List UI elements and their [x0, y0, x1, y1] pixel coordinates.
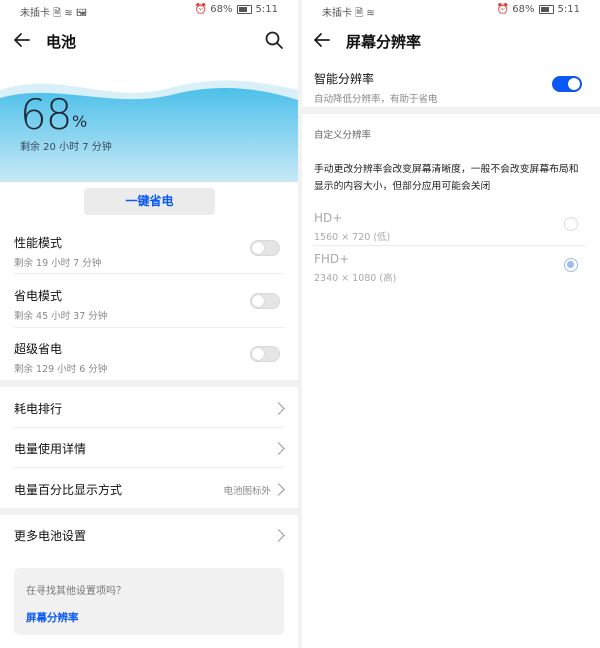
- toggle-knob: [568, 78, 580, 90]
- option-hd-plus[interactable]: HD+ 1560 × 720 (低): [314, 211, 586, 243]
- suggestion-link-resolution[interactable]: 屏幕分辨率: [26, 610, 79, 625]
- smart-resolution-row[interactable]: 智能分辨率 自动降低分辨率，有助于省电: [314, 70, 586, 105]
- ultra-saving-mode-toggle[interactable]: [250, 346, 280, 362]
- radio-hd-plus[interactable]: [564, 217, 578, 231]
- divider: [14, 467, 284, 468]
- option-fhd-plus[interactable]: FHD+ 2340 × 1080 (高): [314, 252, 586, 284]
- battery-percent: 68: [20, 90, 72, 139]
- section-gap: [0, 508, 298, 515]
- status-time: 5:11: [557, 4, 580, 15]
- status-right: ⏰ 68% 5:11: [195, 4, 278, 15]
- one-key-save-button[interactable]: 一键省电: [84, 188, 215, 215]
- mode-subtitle: 剩余 129 小时 6 分钟: [14, 364, 108, 375]
- battery-icon: [236, 5, 252, 14]
- search-icon[interactable]: [262, 28, 286, 52]
- screenshot-pair: 未插卡 🗎 ≋ 🖼 ⏰ 68% 5:11 电池 68 % 剩余 20 小时 7 …: [0, 0, 600, 648]
- resolution-description: 手动更改分辨率会改变屏幕清晰度，一般不会改变屏幕布局和显示的内容大小，但部分应用…: [314, 164, 579, 192]
- smart-resolution-subtitle: 自动降低分辨率，有助于省电: [314, 94, 438, 105]
- menu-usage-details[interactable]: 电量使用详情: [14, 440, 284, 457]
- mode-ultra-saving[interactable]: 超级省电 剩余 129 小时 6 分钟: [14, 340, 284, 375]
- page-title: 电池: [46, 33, 77, 51]
- status-battery-text: ⏰ 68%: [194, 4, 233, 15]
- toggle-knob: [252, 348, 264, 360]
- divider: [314, 245, 586, 246]
- menu-power-ranking[interactable]: 耗电排行: [14, 400, 284, 417]
- mode-title: 超级省电: [14, 342, 63, 356]
- option-detail: 1560 × 720 (低): [314, 232, 391, 243]
- divider: [14, 327, 284, 328]
- menu-title: 电量使用详情: [14, 442, 87, 456]
- status-bar: 未插卡 🗎 ≋ ⏰ 68% 5:11: [302, 0, 600, 22]
- menu-title: 更多电池设置: [14, 529, 87, 543]
- resolution-screen: 未插卡 🗎 ≋ ⏰ 68% 5:11 屏幕分辨率 智能分辨率 自动降低分辨率，有…: [302, 0, 600, 648]
- custom-resolution-label: 自定义分辨率: [314, 130, 372, 141]
- mode-title: 省电模式: [14, 289, 63, 303]
- menu-more-battery-settings[interactable]: 更多电池设置: [14, 527, 284, 544]
- divider: [14, 427, 284, 428]
- status-bar: 未插卡 🗎 ≋ 🖼 ⏰ 68% 5:11: [0, 0, 298, 22]
- mode-title: 性能模式: [14, 236, 63, 250]
- smart-resolution-toggle[interactable]: [552, 76, 582, 92]
- page-title: 屏幕分辨率: [346, 33, 422, 51]
- power-saving-mode-toggle[interactable]: [250, 293, 280, 309]
- back-arrow-icon[interactable]: [310, 30, 334, 52]
- toggle-knob: [252, 295, 264, 307]
- toggle-knob: [252, 242, 264, 254]
- header: 屏幕分辨率: [302, 22, 600, 60]
- suggestion-question: 在寻找其他设置项吗？: [26, 586, 126, 597]
- status-time: 5:11: [255, 4, 278, 15]
- option-name: FHD+: [314, 252, 350, 266]
- mode-subtitle: 剩余 19 小时 7 分钟: [14, 258, 102, 269]
- section-gap: [0, 380, 298, 387]
- battery-screen: 未插卡 🗎 ≋ 🖼 ⏰ 68% 5:11 电池 68 % 剩余 20 小时 7 …: [0, 0, 298, 648]
- radio-fhd-plus[interactable]: [564, 258, 578, 272]
- back-arrow-icon[interactable]: [10, 30, 34, 52]
- section-gap: [302, 107, 600, 114]
- mode-power-saving[interactable]: 省电模式 剩余 45 小时 37 分钟: [14, 287, 284, 322]
- mode-performance[interactable]: 性能模式 剩余 19 小时 7 分钟: [14, 234, 284, 269]
- menu-title: 耗电排行: [14, 402, 63, 416]
- performance-mode-toggle[interactable]: [250, 240, 280, 256]
- mode-subtitle: 剩余 45 小时 37 分钟: [14, 311, 108, 322]
- battery-percent-unit: %: [72, 112, 88, 131]
- suggestion-card: 在寻找其他设置项吗？ 屏幕分辨率: [14, 568, 284, 635]
- battery-icon: [538, 5, 554, 14]
- option-detail: 2340 × 1080 (高): [314, 273, 397, 284]
- option-name: HD+: [314, 211, 343, 225]
- status-carrier: 未插卡 🗎 ≋: [322, 8, 375, 19]
- smart-resolution-title: 智能分辨率: [314, 72, 375, 86]
- status-battery-text: ⏰ 68%: [496, 4, 535, 15]
- divider: [14, 273, 284, 274]
- status-carrier: 未插卡 🗎 ≋ 🖼: [20, 8, 87, 19]
- battery-remaining: 剩余 20 小时 7 分钟: [20, 142, 112, 153]
- header: 电池: [0, 22, 298, 60]
- status-right: ⏰ 68% 5:11: [497, 4, 580, 15]
- menu-value: 电池图标外: [223, 486, 271, 497]
